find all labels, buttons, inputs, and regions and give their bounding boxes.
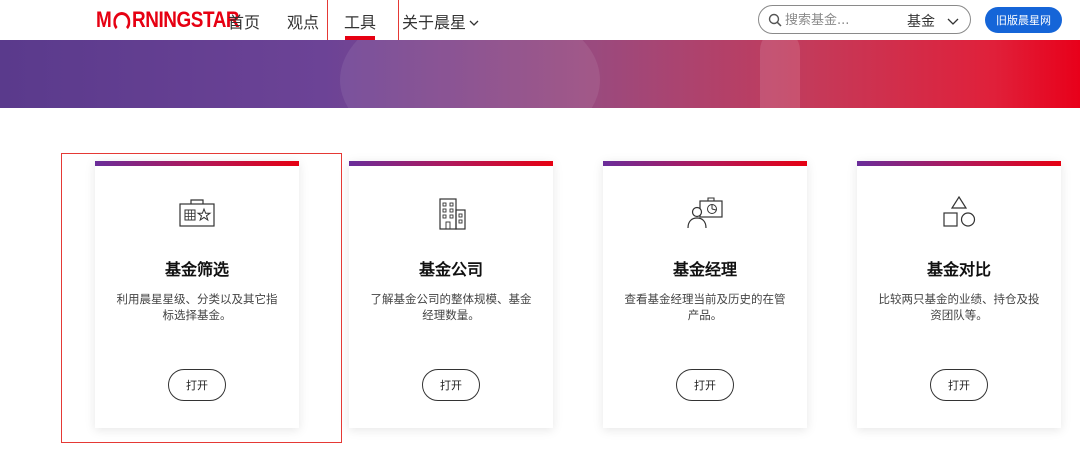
top-header: MRNINGSTAR 首页 观点 工具 关于晨星 基金 旧版晨星网 [0, 0, 1080, 57]
card-description: 了解基金公司的整体规模、基金经理数量。 [370, 292, 532, 322]
chevron-down-icon [947, 18, 959, 25]
tool-card-fund-compare: 基金对比 比较两只基金的业绩、持仓及投资团队等。 打开 [857, 161, 1061, 428]
tool-card-fund-manager: 基金经理 查看基金经理当前及历史的在管产品。 打开 [603, 161, 807, 428]
logo-text-left: M [96, 7, 112, 32]
tool-card-fund-company: 基金公司 了解基金公司的整体规模、基金经理数量。 打开 [349, 161, 553, 428]
nav-insights[interactable]: 观点 [287, 9, 319, 33]
nav-home[interactable]: 首页 [228, 9, 260, 33]
search-scope-label: 基金 [907, 14, 935, 30]
logo-text-right: RNINGSTAR [131, 7, 240, 32]
open-fund-compare-button[interactable]: 打开 [930, 369, 988, 401]
open-fund-company-button[interactable]: 打开 [422, 369, 480, 401]
card-accent-bar [349, 161, 553, 166]
morningstar-logo[interactable]: M RNINGSTAR [96, 7, 240, 33]
banner-decoration [760, 40, 800, 108]
nav-about[interactable]: 关于晨星 [402, 9, 479, 33]
hero-banner [0, 40, 1080, 108]
search-icon [768, 13, 782, 27]
logo-ring-icon [113, 12, 131, 32]
card-description: 比较两只基金的业绩、持仓及投资团队等。 [878, 292, 1040, 322]
card-accent-bar [603, 161, 807, 166]
search-input[interactable] [785, 10, 895, 30]
banner-decoration [340, 40, 600, 108]
chevron-down-icon [469, 17, 479, 30]
search-scope-select[interactable]: 基金 [907, 11, 959, 31]
fund-compare-icon [943, 195, 976, 227]
open-fund-manager-button[interactable]: 打开 [676, 369, 734, 401]
card-description: 查看基金经理当前及历史的在管产品。 [624, 292, 786, 322]
search-box[interactable]: 基金 [758, 5, 971, 34]
nav-about-label: 关于晨星 [402, 13, 467, 32]
fund-manager-icon [687, 197, 723, 229]
card-title: 基金公司 [418, 260, 483, 279]
card-title: 基金对比 [926, 260, 991, 279]
card-title: 基金经理 [672, 260, 737, 279]
card-accent-bar [857, 161, 1061, 166]
highlight-box-fund-screener [61, 153, 342, 443]
old-site-button[interactable]: 旧版晨星网 [985, 7, 1062, 33]
fund-company-icon [439, 198, 466, 230]
